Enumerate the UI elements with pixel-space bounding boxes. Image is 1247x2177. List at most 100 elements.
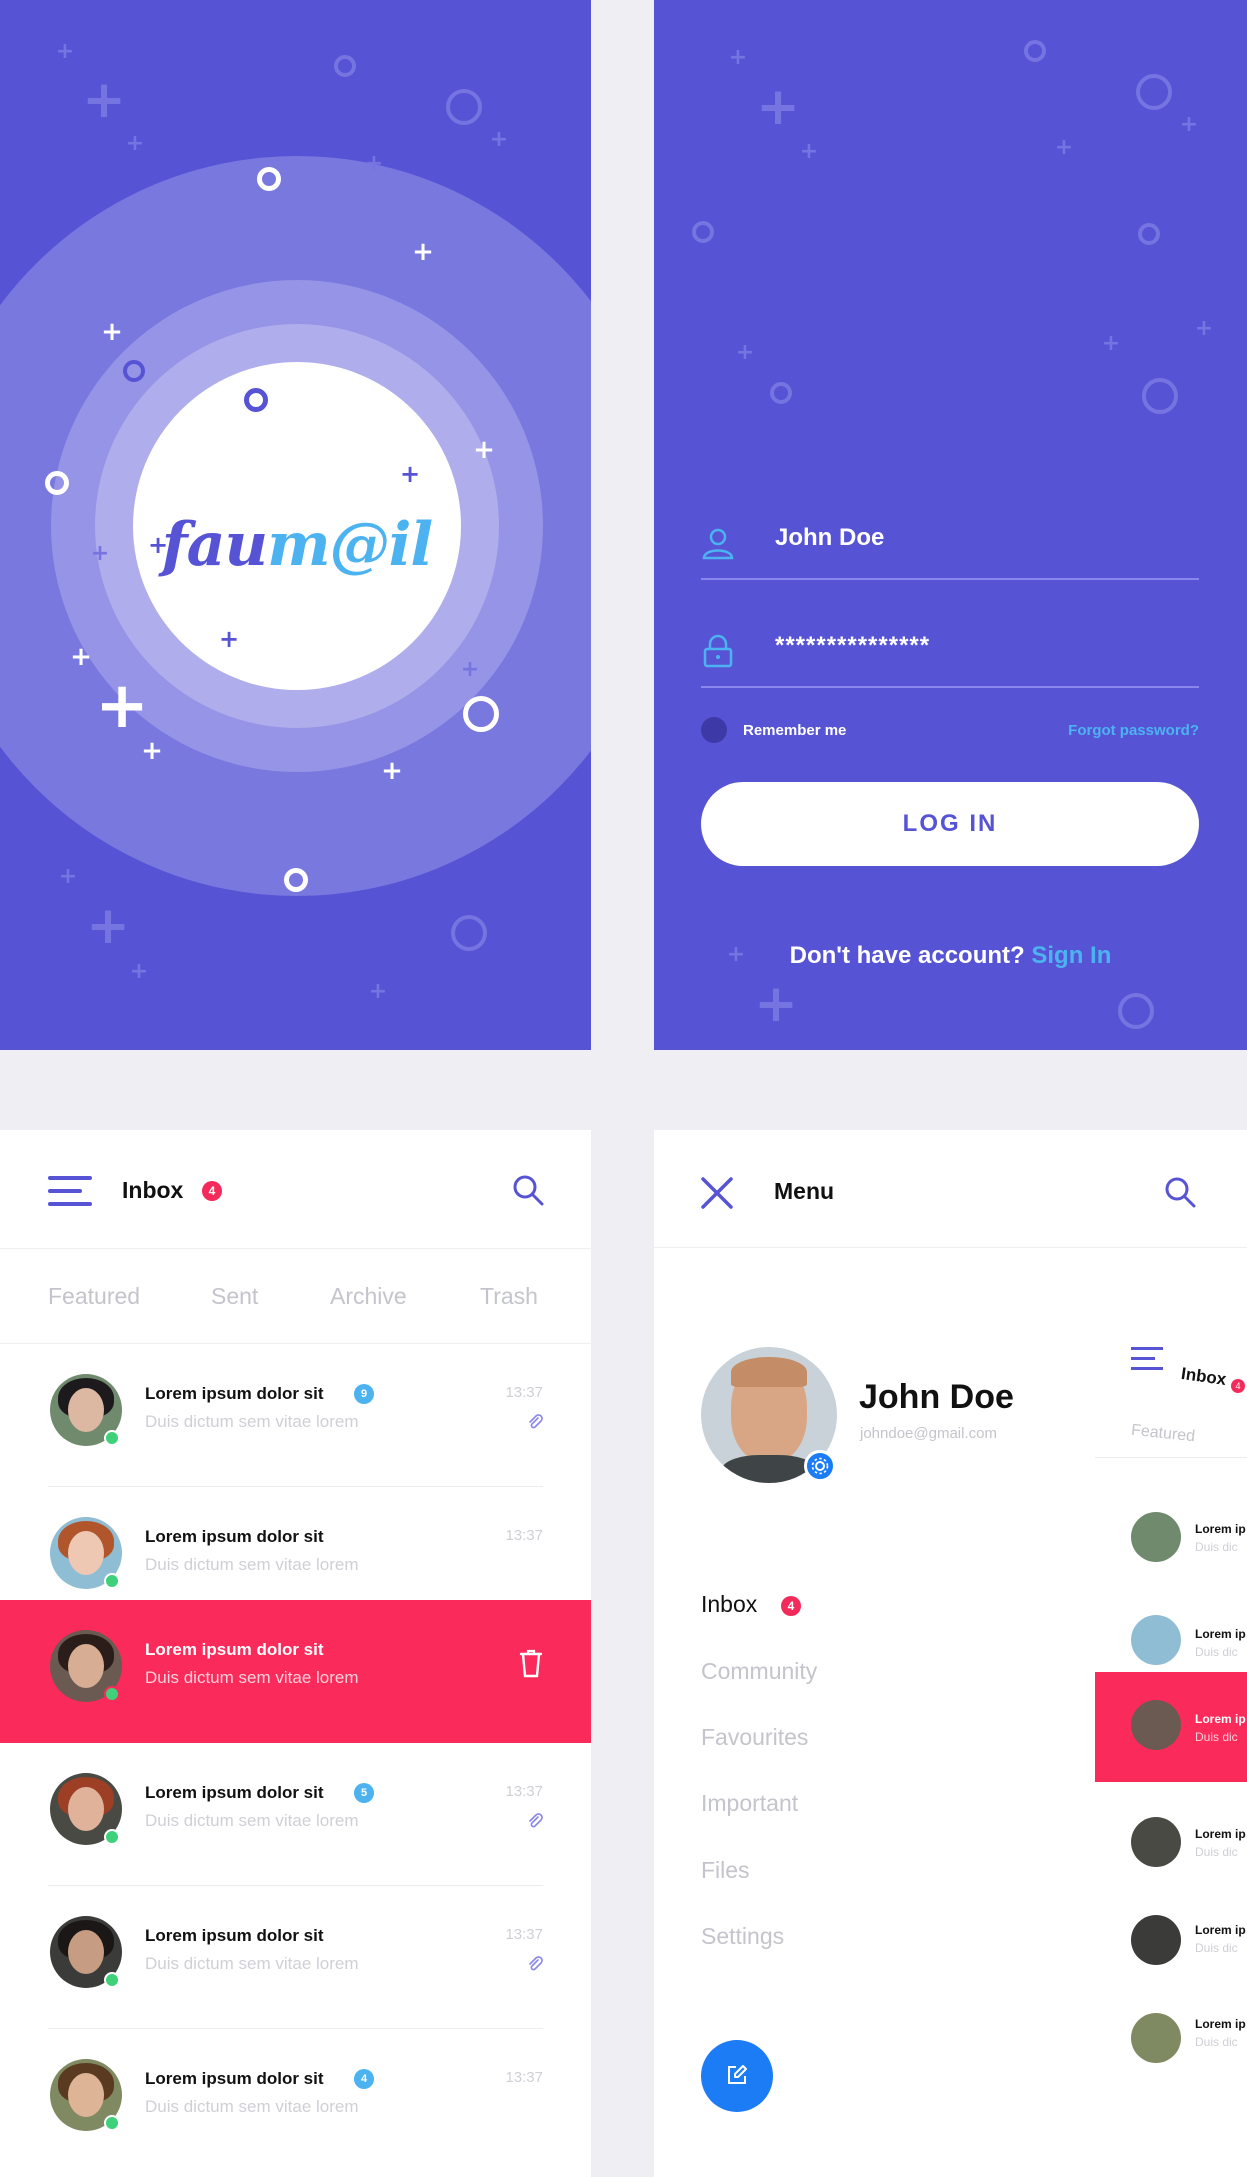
unread-count: 5	[354, 1783, 374, 1803]
message-time: 13:37	[505, 1926, 543, 1943]
circle-decor	[463, 696, 499, 732]
preview-row-sub: Duis dic	[1195, 1845, 1238, 1859]
close-icon[interactable]	[700, 1176, 734, 1210]
password-field[interactable]: ***************	[701, 612, 1199, 688]
logo-circle: faum@il	[133, 362, 461, 690]
preview-row-sub: Duis dic	[1195, 1540, 1238, 1554]
message-preview: Duis dictum sem vitae lorem	[145, 1811, 359, 1830]
signup-link[interactable]: Sign In	[1031, 942, 1111, 969]
plus-decor: +	[58, 864, 78, 889]
signup-prompt-text: Don't have account?	[789, 942, 1025, 969]
preview-tabs-divider	[1095, 1457, 1247, 1458]
online-indicator	[104, 1972, 120, 1988]
online-indicator	[104, 1573, 120, 1589]
login-button[interactable]: LOG IN	[701, 782, 1199, 866]
signup-prompt: Don't have account? Sign In	[654, 942, 1247, 970]
plus-decor: +	[364, 151, 384, 176]
attachment-icon	[529, 1956, 543, 1971]
online-indicator	[104, 1829, 120, 1845]
unread-count: 9	[354, 1384, 374, 1404]
circle-decor	[1024, 40, 1046, 62]
plus-decor: +	[55, 39, 75, 64]
profile-name: John Doe	[859, 1378, 1014, 1416]
circle-decor	[244, 388, 268, 412]
preview-row-title: Lorem ip	[1195, 1827, 1246, 1841]
profile-email: johndoe@gmail.com	[860, 1425, 997, 1442]
plus-decor: +	[728, 45, 748, 70]
menu-item-important[interactable]: Important	[701, 1790, 798, 1817]
hamburger-icon[interactable]	[48, 1176, 92, 1208]
remember-checkbox[interactable]	[701, 717, 727, 743]
message-preview: Duis dictum sem vitae lorem	[145, 1668, 359, 1687]
menu-item-settings[interactable]: Settings	[701, 1923, 784, 1950]
user-icon	[702, 528, 734, 560]
plus-decor: +	[756, 77, 800, 137]
circle-decor	[123, 360, 145, 382]
plus-decor: +	[799, 139, 819, 164]
preview-row: Lorem ip Duis dic	[1095, 1897, 1247, 1997]
message-row-swiped[interactable]: Lorem ipsum dolor sit Duis dictum sem vi…	[0, 1600, 591, 1743]
username-field[interactable]: John Doe	[701, 504, 1199, 580]
plus-decor: +	[1194, 316, 1214, 341]
message-row[interactable]: Lorem ipsum dolor sit 5 Duis dictum sem …	[0, 1743, 591, 1886]
menu-item-community[interactable]: Community	[701, 1658, 817, 1685]
search-icon[interactable]	[1164, 1176, 1196, 1208]
message-time: 13:37	[505, 1527, 543, 1544]
remember-me-toggle[interactable]: Remember me	[701, 716, 846, 744]
search-icon[interactable]	[512, 1174, 544, 1206]
preview-badge: 4	[1231, 1379, 1245, 1393]
plus-decor: +	[754, 974, 798, 1034]
circle-decor	[1142, 378, 1178, 414]
circle-decor	[451, 915, 487, 951]
plus-decor: +	[82, 70, 126, 130]
tab-featured[interactable]: Featured	[48, 1283, 140, 1310]
trash-icon[interactable]	[519, 1648, 543, 1678]
remember-label: Remember me	[743, 721, 847, 739]
circle-decor	[692, 221, 714, 243]
message-row[interactable]: Lorem ipsum dolor sit 9 Duis dictum sem …	[0, 1344, 591, 1487]
preview-row: Lorem ip Duis dic	[1095, 1482, 1247, 1582]
message-row[interactable]: Lorem ipsum dolor sit Duis dictum sem vi…	[0, 1886, 591, 2029]
settings-badge-icon[interactable]	[804, 1450, 836, 1482]
plus-decor: +	[70, 642, 92, 672]
tab-sent[interactable]: Sent	[211, 1283, 258, 1310]
plus-decor: +	[473, 435, 495, 465]
tab-archive[interactable]: Archive	[330, 1283, 407, 1310]
compose-icon	[728, 2064, 747, 2084]
plus-decor: +	[218, 625, 240, 653]
circle-decor	[257, 167, 281, 191]
inbox-title: Inbox	[122, 1177, 184, 1203]
preview-row-sub: Duis dic	[1195, 1730, 1238, 1744]
online-indicator	[104, 1430, 120, 1446]
plus-decor: +	[399, 460, 421, 488]
plus-decor: +	[86, 896, 130, 956]
preview-row-title: Lorem ip	[1195, 1522, 1246, 1536]
menu-item-inbox[interactable]: Inbox	[701, 1591, 757, 1618]
circle-decor	[1138, 223, 1160, 245]
preview-row-title: Lorem ip	[1195, 1923, 1246, 1937]
online-indicator	[104, 1686, 120, 1702]
message-time: 13:37	[505, 1384, 543, 1401]
plus-decor: +	[101, 317, 123, 347]
inbox-topbar: Inbox 4	[0, 1130, 591, 1248]
app-logo: faum@il	[161, 510, 433, 580]
plus-decor: +	[90, 541, 110, 566]
menu-item-files[interactable]: Files	[701, 1857, 750, 1884]
message-title: Lorem ipsum dolor sit	[145, 1384, 324, 1403]
compose-button[interactable]	[701, 2040, 773, 2112]
circle-decor	[1136, 74, 1172, 110]
forgot-password-link[interactable]: Forgot password?	[1068, 722, 1199, 739]
plus-decor: +	[460, 657, 480, 682]
message-time: 13:37	[505, 1783, 543, 1800]
preview-title: Inbox	[1179, 1363, 1228, 1390]
menu-item-favourites[interactable]: Favourites	[701, 1724, 808, 1751]
tab-trash[interactable]: Trash	[480, 1283, 538, 1310]
message-row[interactable]: Lorem ipsum dolor sit 4 Duis dictum sem …	[0, 2029, 591, 2172]
plus-decor: +	[141, 736, 163, 766]
plus-decor: +	[412, 237, 434, 267]
online-indicator	[104, 2115, 120, 2131]
preview-row-title: Lorem ip	[1195, 2017, 1246, 2031]
message-title: Lorem ipsum dolor sit	[145, 1640, 324, 1659]
menu-title: Menu	[774, 1178, 835, 1204]
preview-row-sub: Duis dic	[1195, 1645, 1238, 1659]
